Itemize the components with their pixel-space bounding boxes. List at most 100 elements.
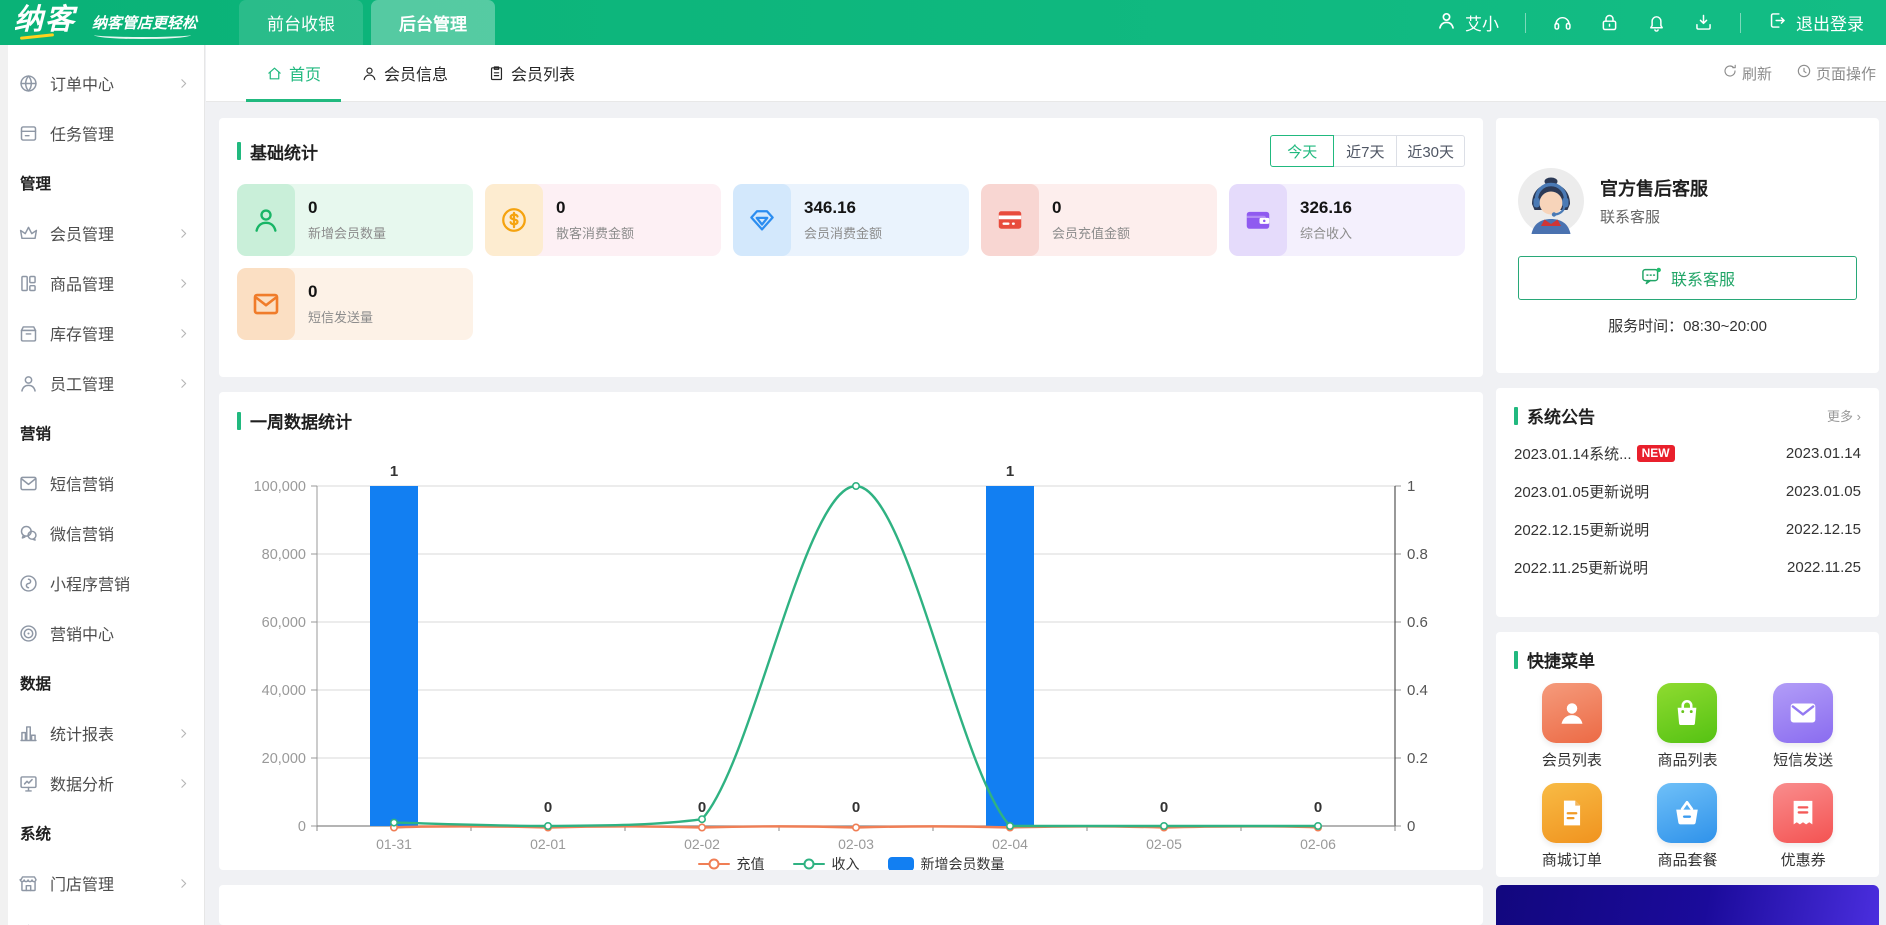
sidebar-item-wechat-marketing[interactable]: 微信营销 (0, 508, 204, 558)
svg-text:02-06: 02-06 (1300, 836, 1336, 852)
legend-item-bar[interactable]: 新增会员数量 (888, 854, 1005, 870)
stat-card: 0会员充值金额 (981, 184, 1217, 256)
store-icon (18, 873, 39, 894)
sidebar-item-order-center[interactable]: 订单中心 (0, 58, 204, 108)
svg-text:0.4: 0.4 (1407, 682, 1428, 699)
quick-mall-orders[interactable]: 商城订单 (1542, 783, 1602, 870)
sidebar-scrollbar[interactable] (0, 45, 8, 925)
basic-stats-title: 基础统计 (250, 139, 318, 164)
quick-item-label: 商城订单 (1542, 849, 1602, 870)
section-accent-bar (1514, 651, 1518, 669)
quick-member-list[interactable]: 会员列表 (1542, 683, 1602, 770)
user-icon (1436, 10, 1457, 36)
ticket-icon (1773, 783, 1833, 843)
svg-text:0: 0 (1407, 818, 1415, 835)
legend-item-line[interactable]: 收入 (793, 854, 860, 870)
period-button-今天[interactable]: 今天 (1270, 135, 1334, 167)
user-name: 艾小 (1465, 10, 1499, 35)
header-actions: 艾小 退出登录 (1436, 10, 1886, 36)
section-accent-bar (1514, 407, 1518, 425)
quick-menu-card: 快捷菜单 会员列表商品列表短信发送商城订单商品套餐优惠券 (1496, 632, 1879, 877)
divider (1740, 13, 1741, 33)
notice-row[interactable]: 2023.01.05更新说明2023.01.05 (1514, 472, 1861, 510)
header-tab-backend-admin[interactable]: 后台管理 (371, 0, 495, 45)
svg-text:0.2: 0.2 (1407, 750, 1428, 767)
svg-text:02-05: 02-05 (1146, 836, 1182, 852)
notice-row[interactable]: 2022.12.15更新说明2022.12.15 (1514, 510, 1861, 548)
contact-service-button[interactable]: 联系客服 (1518, 256, 1857, 300)
sidebar-item-marketing-center[interactable]: 营销中心 (0, 608, 204, 658)
user-menu[interactable]: 艾小 (1436, 10, 1499, 36)
sidebar-item-system-settings[interactable]: 系统设置 (0, 908, 204, 925)
sidebar-item-label: 系统设置 (50, 921, 114, 925)
stat-value: 326.16 (1300, 198, 1352, 218)
svg-text:02-04: 02-04 (992, 836, 1028, 852)
logout-button[interactable]: 退出登录 (1767, 10, 1864, 36)
week-chart-card: 一周数据统计 020,00040,00060,00080,000100,0000… (219, 392, 1483, 870)
mail-icon (1773, 683, 1833, 743)
quick-goods-list[interactable]: 商品列表 (1657, 683, 1717, 770)
sidebar-item-label: 库存管理 (50, 321, 114, 345)
tab-member-info[interactable]: 会员信息 (341, 45, 468, 101)
svg-text:0: 0 (1314, 799, 1322, 816)
svg-text:02-02: 02-02 (684, 836, 720, 852)
sidebar-item-member-manage[interactable]: 会员管理 (0, 208, 204, 258)
main-content: 基础统计 今天近7天近30天 0新增会员数量0散客消费金额346.16会员消费金… (206, 102, 1886, 925)
notice-more-link[interactable]: 更多 › (1827, 406, 1861, 425)
sidebar-item-label: 微信营销 (50, 521, 114, 545)
next-card-cut (219, 885, 1483, 925)
tab-home[interactable]: 首页 (246, 45, 341, 101)
notice-item-date: 2023.01.14 (1776, 445, 1861, 462)
sidebar-item-store-manage[interactable]: 门店管理 (0, 858, 204, 908)
header-tab-front-cashier[interactable]: 前台收银 (239, 0, 363, 45)
page-tab-label: 会员列表 (511, 61, 575, 85)
quick-goods-combo[interactable]: 商品套餐 (1657, 783, 1717, 870)
headset-icon[interactable] (1552, 12, 1573, 33)
refresh-icon (1722, 63, 1738, 83)
sidebar-item-label: 小程序营销 (50, 571, 130, 595)
legend-item-line[interactable]: 充值 (698, 854, 765, 870)
sidebar-item-data-analysis[interactable]: 数据分析 (0, 758, 204, 808)
tab-member-list[interactable]: 会员列表 (468, 45, 595, 101)
week-chart: 020,00040,00060,00080,000100,00000.20.40… (237, 440, 1465, 852)
sidebar-item-miniapp-marketing[interactable]: 小程序营销 (0, 558, 204, 608)
wechat-icon (18, 523, 39, 544)
legend-line-symbol (793, 863, 825, 866)
lock-icon[interactable] (1599, 12, 1620, 33)
notice-row[interactable]: 2023.01.14系统...NEW2023.01.14 (1514, 434, 1861, 472)
svg-text:0: 0 (298, 819, 306, 835)
sidebar-item-sms-marketing[interactable]: 短信营销 (0, 458, 204, 508)
sidebar-item-stock-manage[interactable]: 库存管理 (0, 308, 204, 358)
user-icon (237, 184, 295, 256)
sidebar-item-goods-manage[interactable]: 商品管理 (0, 258, 204, 308)
legend-label: 新增会员数量 (921, 854, 1005, 870)
sidebar-section-data: 数据 (0, 658, 204, 708)
sidebar-item-staff-manage[interactable]: 员工管理 (0, 358, 204, 408)
coin-icon (485, 184, 543, 256)
period-button-近7天[interactable]: 近7天 (1333, 135, 1397, 167)
basket-icon (1657, 783, 1717, 843)
page-tabs: 首页会员信息 会员列表 (246, 45, 595, 101)
stat-value: 0 (308, 198, 386, 218)
notice-row[interactable]: 2022.11.25更新说明2022.11.25 (1514, 548, 1861, 586)
svg-text:01-31: 01-31 (376, 836, 412, 852)
chart-icon (18, 723, 39, 744)
stat-label: 会员消费金额 (804, 223, 882, 242)
refresh-button[interactable]: 刷新 (1722, 63, 1772, 84)
svg-text:0.6: 0.6 (1407, 614, 1428, 631)
svg-text:40,000: 40,000 (262, 683, 306, 699)
bell-icon[interactable] (1646, 12, 1667, 33)
page-ops-button[interactable]: 页面操作 (1796, 63, 1876, 84)
notice-item-title: 2023.01.05更新说明 (1514, 481, 1649, 502)
customer-service-card: 官方售后客服 联系客服 联系客服 服务时间：08:30~20:00 (1496, 118, 1879, 373)
svg-text:0: 0 (1160, 799, 1168, 816)
sidebar-item-report[interactable]: 统计报表 (0, 708, 204, 758)
goods-icon (18, 273, 39, 294)
quick-sms-send[interactable]: 短信发送 (1773, 683, 1833, 770)
sidebar-item-task-manage[interactable]: 任务管理 (0, 108, 204, 158)
period-button-近30天[interactable]: 近30天 (1396, 135, 1465, 167)
quick-coupons[interactable]: 优惠券 (1773, 783, 1833, 870)
download-icon[interactable] (1693, 12, 1714, 33)
quick-item-label: 优惠券 (1781, 849, 1826, 870)
stat-card: 0散客消费金额 (485, 184, 721, 256)
